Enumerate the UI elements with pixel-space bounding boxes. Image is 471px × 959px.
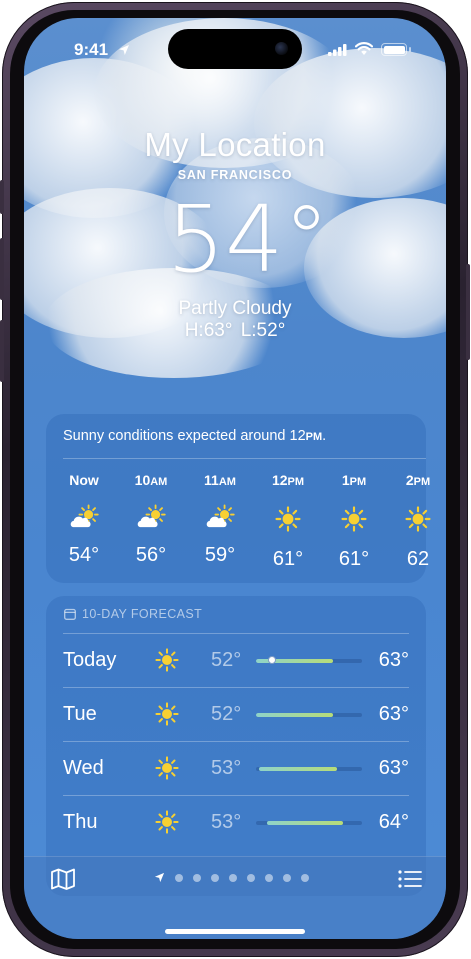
temperature-range-bar [256,821,362,825]
hourly-divider [63,458,426,459]
side-power-button [466,264,470,360]
page-indicator[interactable] [154,872,309,883]
day-high-temperature: 63° [378,703,409,725]
dynamic-island [168,29,302,69]
temperature-range-fill [256,713,334,717]
temperature-range-bar [256,767,362,771]
page-dot[interactable] [229,873,237,882]
calendar-icon [64,608,76,620]
battery-icon [381,43,407,56]
hour-column: 12PM 61° [258,472,318,571]
hour-temperature: 61° [338,548,370,570]
page-dot[interactable] [211,873,219,882]
hour-column: 2PM 62 [388,472,446,571]
hour-column: 11AM 59° [190,472,250,567]
map-icon[interactable] [50,867,76,891]
page-dot[interactable] [247,873,255,882]
home-indicator[interactable] [165,929,305,934]
day-name: Today [63,649,117,671]
sun-icon [324,502,384,542]
sun-icon [155,648,179,677]
hour-temperature: 56° [135,544,167,566]
page-dot[interactable] [265,873,273,882]
location-title: My Location [144,126,326,163]
sun-icon [155,756,179,785]
partly-cloudy-icon [54,502,114,538]
current-condition: Partly Cloudy [178,298,292,319]
day-low-temperature: 53° [211,757,242,779]
page-dot[interactable] [175,873,183,882]
temperature-range-fill [266,821,343,825]
day-name: Tue [63,703,97,725]
hour-column: Now 54° [54,472,114,567]
battery-cap [409,47,411,52]
volume-up-button [0,238,4,300]
day-row[interactable]: Thu 53° 64° [63,795,409,850]
sun-icon [258,502,318,542]
ten-day-forecast-card[interactable]: 10-DAY FORECAST Today 52° 63° Tue 52° 63° Wed 5… [46,596,426,896]
hour-column: 1PM 61° [324,472,384,571]
high-low-temperature: H:63° L:52° [184,320,286,341]
page-dot[interactable] [301,873,309,882]
action-button [0,180,4,214]
temperature-range-fill [259,767,337,771]
page-dot[interactable] [283,873,291,882]
day-name: Thu [63,811,98,833]
hour-label: 12PM [271,472,305,488]
day-high-temperature: 63° [378,757,409,779]
hour-label: 10AM [134,472,168,488]
hourly-forecast-card[interactable]: Sunny conditions expected around 12PM. N… [46,414,431,583]
hour-temperature: 61° [272,548,304,570]
day-low-temperature: 53° [211,811,242,833]
day-low-temperature: 52° [211,703,242,725]
ten-day-heading: 10-DAY FORECAST [64,607,202,621]
day-high-temperature: 63° [378,649,409,671]
partly-cloudy-icon [121,502,181,538]
sun-icon [155,810,179,839]
hour-column: 10AM 56° [121,472,181,567]
list-icon[interactable] [398,869,422,889]
day-name: Wed [63,757,104,779]
hour-temperature: 62 [406,548,430,570]
partly-cloudy-icon [190,502,250,538]
current-weather-header: My Location SAN FRANCISCO 54° Partly Clo… [24,126,446,342]
hourly-summary: Sunny conditions expected around 12PM. [63,428,327,444]
temperature-range-bar [256,713,362,717]
day-low-temperature: 52° [211,649,242,671]
page-dot[interactable] [193,873,201,882]
day-row[interactable]: Wed 53° 63° [63,741,409,796]
day-high-temperature: 64° [378,811,409,833]
status-bar: 9:41 [24,29,446,69]
cellular-signal-icon [328,44,347,56]
sun-icon [388,502,446,542]
location-city: SAN FRANCISCO [177,168,293,182]
weather-screen[interactable]: 9:41 My Location SAN FRANCISCO 54° Partl… [24,18,446,939]
wifi-icon [355,42,373,55]
hour-temperature: 54° [68,544,100,566]
location-arrow-icon[interactable] [154,872,165,883]
hour-label: 2PM [405,472,431,488]
current-temperature-marker [267,656,276,664]
ten-day-heading-text: 10-DAY FORECAST [82,607,203,621]
location-services-icon [119,45,129,55]
status-time: 9:41 [74,40,109,59]
sun-icon [155,702,179,731]
day-row[interactable]: Tue 52° 63° [63,687,409,742]
hour-label: 11AM [204,472,236,488]
current-temperature: 54° [166,186,330,293]
bottom-toolbar [24,856,446,939]
hour-label: Now [69,472,99,488]
hour-temperature: 59° [204,544,236,566]
day-row[interactable]: Today 52° 63° [63,633,409,688]
hour-label: 1PM [341,472,367,488]
volume-down-button [0,320,4,382]
